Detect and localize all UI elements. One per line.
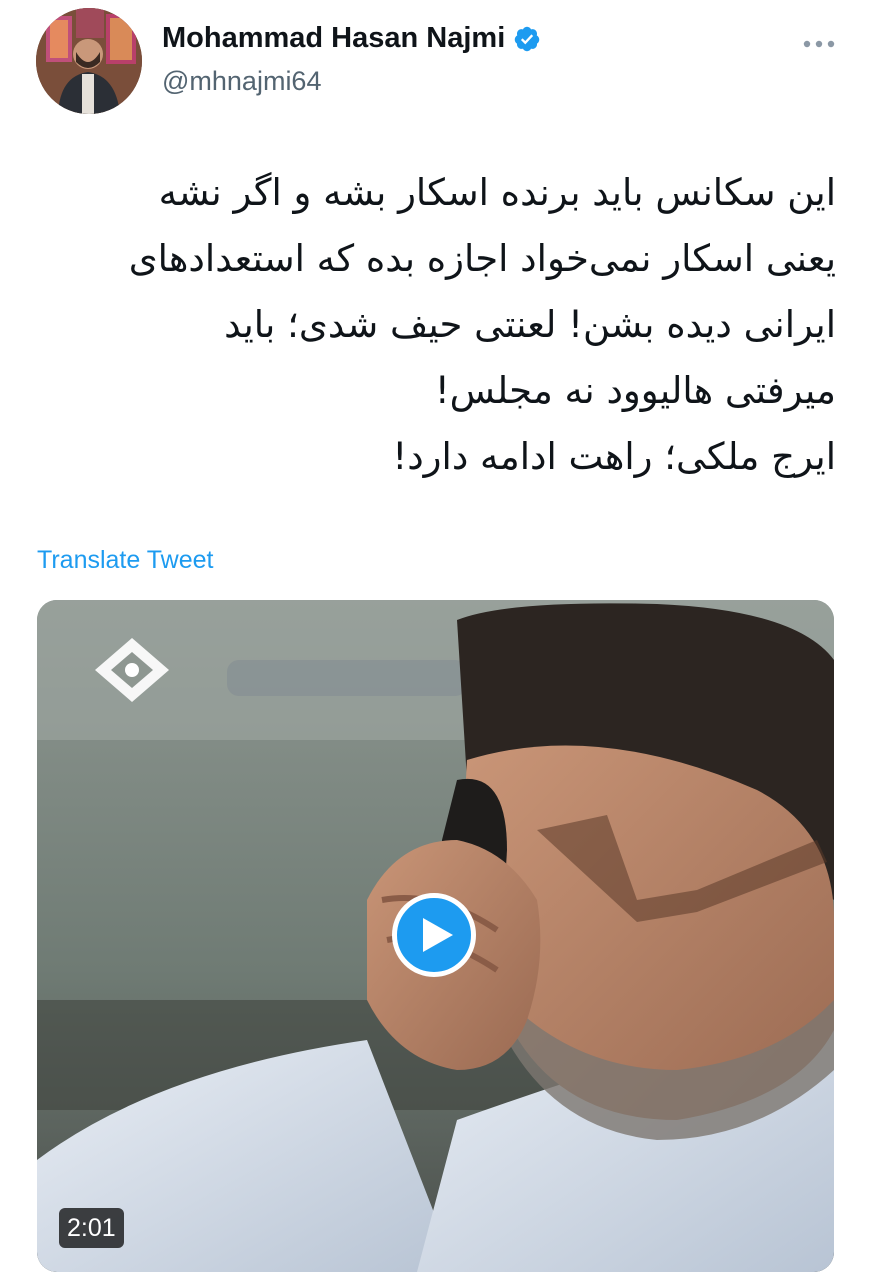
tweet-text: این سکانس باید برنده اسکار بشه و اگر نشه…: [128, 171, 836, 478]
play-icon: [423, 918, 453, 952]
author-name-row: Mohammad Hasan Najmi: [162, 22, 541, 55]
author-name[interactable]: Mohammad Hasan Najmi: [162, 22, 505, 55]
video-duration: 2:01: [59, 1208, 124, 1248]
play-button[interactable]: [392, 893, 476, 977]
verified-badge-icon: [515, 26, 540, 51]
author-handle[interactable]: @mhnajmi64: [162, 66, 321, 97]
avatar[interactable]: [36, 8, 142, 114]
translate-tweet-link[interactable]: Translate Tweet: [37, 546, 213, 575]
video-player[interactable]: 2:01: [37, 600, 834, 1272]
tweet-header: Mohammad Hasan Najmi @mhnajmi64: [36, 8, 836, 118]
more-horizontal-icon[interactable]: [802, 38, 836, 50]
